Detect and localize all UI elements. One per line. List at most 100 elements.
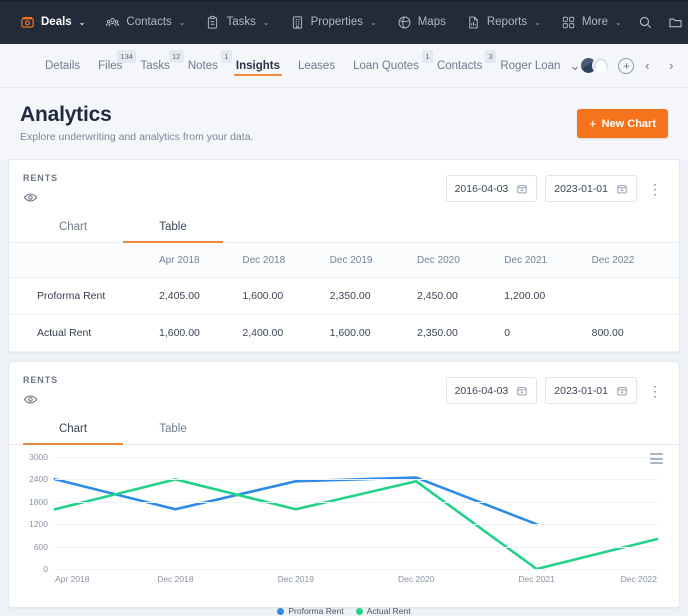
folder-icon[interactable] <box>662 8 688 36</box>
subnav-tab-notes[interactable]: Notes 1 <box>179 47 232 84</box>
rents-table-card: RENTS 2016-04-03 2023-01-01 ⋮ Chart Tabl… <box>8 159 680 353</box>
page-header: Analytics Explore underwriting and analy… <box>0 88 688 159</box>
rents-chart-card: RENTS 2016-04-03 2023-01-01 ⋮ Chart Tabl… <box>8 361 680 616</box>
date-to-picker[interactable]: 2023-01-01 <box>545 377 637 404</box>
chart-x-tick-label: Dec 2021 <box>518 574 555 584</box>
date-to-picker[interactable]: 2023-01-01 <box>545 175 637 202</box>
card-title-block: RENTS <box>23 173 58 205</box>
tab-chart[interactable]: Chart <box>23 211 123 242</box>
column-header: Dec 2020 <box>416 243 505 278</box>
calendar-icon <box>617 184 627 193</box>
nav-item-label: Reports <box>486 16 528 28</box>
date-from-picker[interactable]: 2016-04-03 <box>445 175 538 202</box>
maps-icon <box>397 15 412 30</box>
new-chart-button[interactable]: + New Chart <box>577 109 668 138</box>
calendar-icon <box>517 386 527 395</box>
nav-item-more[interactable]: More ⌄ <box>551 0 632 44</box>
table-cell: 800.00 <box>591 314 679 352</box>
chart-x-tick-label: Dec 2018 <box>157 574 194 584</box>
chart-y-tick-label: 2400 <box>29 474 48 485</box>
subnav-tab-label: Notes <box>187 60 218 72</box>
rents-table: Apr 2018 Dec 2018 Dec 2019 Dec 2020 Dec … <box>9 243 679 352</box>
chart-gridline <box>55 501 657 503</box>
tab-table[interactable]: Table <box>123 413 223 444</box>
nav-item-deals[interactable]: Deals ⌄ <box>10 0 95 44</box>
legend-label: Proforma Rent <box>288 606 344 616</box>
subnav-dropdown-caret-icon[interactable]: ⌄ <box>569 55 580 77</box>
subnav-tab-leases[interactable]: Leases <box>289 47 344 84</box>
primary-navbar-actions: Σ <box>632 8 688 36</box>
table-cell: 0 <box>504 314 592 352</box>
chart-legend: Proforma Rent Actual Rent <box>23 606 665 616</box>
legend-item[interactable]: Actual Rent <box>355 606 411 616</box>
nav-item-maps[interactable]: Maps <box>387 0 456 44</box>
date-from-picker[interactable]: 2016-04-03 <box>445 377 538 404</box>
legend-item[interactable]: Proforma Rent <box>277 606 344 616</box>
chevron-down-icon: ⌄ <box>615 17 622 27</box>
nav-item-label: Tasks <box>226 16 256 28</box>
chart-gridline <box>55 479 657 481</box>
visibility-eye-icon[interactable] <box>23 392 58 407</box>
page-subtitle: Explore underwriting and analytics from … <box>20 131 254 143</box>
more-grid-icon <box>561 15 576 30</box>
subnav-tab-label: Tasks <box>140 60 170 72</box>
column-header: Dec 2022 <box>591 243 679 278</box>
chevron-down-icon: ⌄ <box>534 17 541 27</box>
subnav-tab-tasks[interactable]: Tasks 12 <box>131 47 184 84</box>
subnav-tab-insights[interactable]: Insights <box>227 47 289 84</box>
chart-gridline <box>55 569 657 570</box>
table-cell: 2,350.00 <box>329 277 417 315</box>
add-collaborator-icon[interactable]: + <box>618 57 635 74</box>
subnav-tab-label: Insights <box>235 60 280 72</box>
table-cell: 1,600.00 <box>242 277 330 315</box>
page-title: Analytics <box>20 103 112 126</box>
subnav-tab-roger-loan[interactable]: Roger Loan <box>491 47 569 84</box>
previous-record-icon[interactable]: ‹ <box>636 55 658 77</box>
tab-table[interactable]: Table <box>123 211 223 243</box>
table-cell: 2,450.00 <box>416 277 505 315</box>
subnav-tab-loan-quotes[interactable]: Loan Quotes 1 <box>344 47 433 84</box>
chevron-down-icon: ⌄ <box>178 17 186 27</box>
chart-x-tick-label: Dec 2020 <box>397 574 435 584</box>
chevron-down-icon: ⌄ <box>370 17 377 27</box>
card-title: RENTS <box>23 173 59 183</box>
card-kebab-menu-icon[interactable]: ⋮ <box>645 384 665 398</box>
legend-color-dot <box>355 607 363 615</box>
card-title: RENTS <box>23 375 59 385</box>
subnav-tab-label: Loan Quotes <box>353 60 419 72</box>
subnav-tab-contacts[interactable]: Contacts 3 <box>428 47 497 84</box>
table-cell: 2,350.00 <box>416 314 505 352</box>
nav-item-label: Contacts <box>126 16 172 28</box>
next-record-icon[interactable]: › <box>660 55 682 77</box>
nav-item-tasks[interactable]: Tasks ⌄ <box>195 0 279 44</box>
nav-item-label: Maps <box>417 16 446 28</box>
tab-chart[interactable]: Chart <box>23 413 123 445</box>
line-chart: 3000 2400 1800 1200 600 0 Apr 2018 Dec 2018 Dec… <box>9 445 679 616</box>
column-header: Dec 2019 <box>329 243 417 278</box>
nav-item-reports[interactable]: Reports ⌄ <box>456 0 551 44</box>
subnav-tab-files[interactable]: Files 134 <box>89 47 137 84</box>
avatar <box>592 57 610 74</box>
legend-color-dot <box>277 607 285 615</box>
table-row: Actual Rent 1,600.00 2,400.00 1,600.00 2… <box>9 314 679 352</box>
share-icon[interactable] <box>684 55 688 77</box>
properties-icon <box>290 15 305 30</box>
plus-icon: + <box>589 116 597 131</box>
subnav-tab-details[interactable]: Details <box>36 47 89 84</box>
new-chart-button-label: New Chart <box>601 117 656 130</box>
search-icon[interactable] <box>632 8 660 36</box>
subnav-tab-label: Contacts <box>436 60 483 72</box>
avatar-group[interactable] <box>580 57 610 74</box>
deals-icon <box>20 15 35 30</box>
subnav-tab-label: Roger Loan <box>500 60 561 72</box>
visibility-eye-icon[interactable] <box>23 190 58 205</box>
table-cell <box>591 277 679 315</box>
nav-item-contacts[interactable]: Contacts ⌄ <box>95 0 195 44</box>
nav-item-properties[interactable]: Properties ⌄ <box>280 0 387 44</box>
chevron-down-icon: ⌄ <box>262 17 270 27</box>
table-cell: 1,600.00 <box>159 314 243 352</box>
calendar-icon <box>517 184 527 193</box>
chart-gridline <box>55 546 657 548</box>
card-kebab-menu-icon[interactable]: ⋮ <box>645 182 665 196</box>
table-body: Proforma Rent 2,405.00 1,600.00 2,350.00… <box>9 277 679 352</box>
